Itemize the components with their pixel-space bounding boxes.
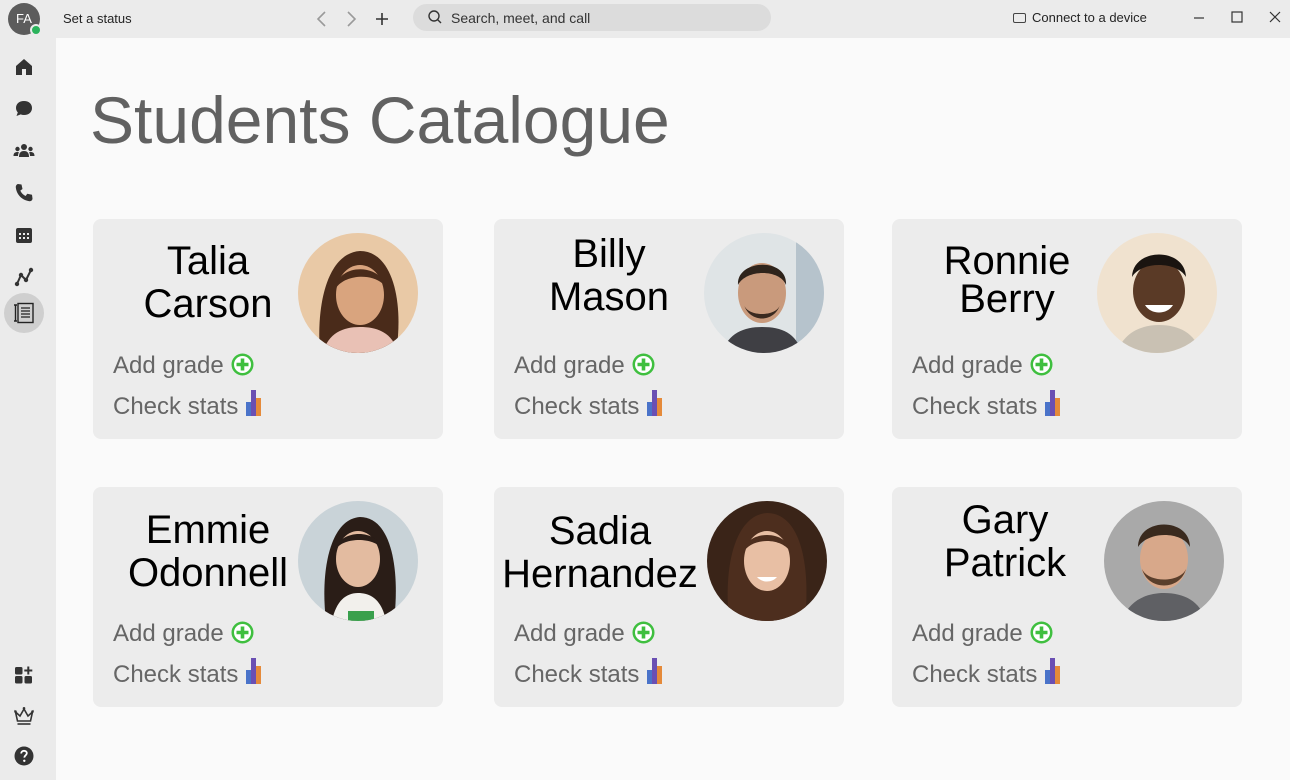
add-grade-label: Add grade [113, 620, 224, 647]
student-photo [298, 233, 418, 353]
activity-icon[interactable] [12, 265, 36, 289]
student-card-ronnie-berry: Ronnie Berry Add grade Check stats [892, 219, 1242, 439]
student-name: Talia Carson [103, 240, 313, 326]
student-name: Gary Patrick [895, 499, 1115, 585]
app-rail [0, 38, 56, 780]
check-stats-label: Check stats [514, 661, 640, 688]
check-stats-label: Check stats [113, 661, 239, 688]
connect-device-button[interactable]: Connect to a device [1013, 10, 1147, 25]
student-name: Sadia Hernandez [499, 510, 701, 596]
avatar-initials: FA [16, 11, 32, 26]
bar-chart-icon [246, 658, 262, 684]
premium-icon[interactable] [12, 704, 36, 728]
profile-avatar[interactable]: FA [8, 3, 42, 36]
student-photo [298, 501, 418, 621]
check-stats-button[interactable]: Check stats [113, 390, 262, 421]
check-stats-button[interactable]: Check stats [912, 658, 1061, 689]
new-icon[interactable] [370, 7, 394, 31]
student-photo [707, 501, 827, 621]
presence-available-icon [30, 24, 42, 36]
student-last-name: Odonnell [127, 551, 289, 595]
add-grade-button[interactable]: Add grade [113, 352, 255, 380]
check-stats-label: Check stats [912, 661, 1038, 688]
page-title: Students Catalogue [90, 83, 670, 157]
student-first-name: Gary [961, 498, 1049, 542]
student-photo [1097, 233, 1217, 353]
add-grade-label: Add grade [912, 352, 1023, 379]
calls-icon[interactable] [12, 181, 36, 205]
student-first-name: Billy [572, 232, 646, 276]
search-icon [428, 10, 442, 24]
student-name: Emmie Odonnell [98, 509, 318, 595]
connect-device-label: Connect to a device [1032, 10, 1147, 25]
add-circle-icon [231, 621, 254, 644]
add-grade-label: Add grade [912, 620, 1023, 647]
check-stats-button[interactable]: Check stats [514, 390, 663, 421]
student-photo [704, 233, 824, 353]
search-bar[interactable]: Search, meet, and call [413, 4, 771, 31]
student-card-sadia-hernandez: Sadia Hernandez Add grade Check stats [494, 487, 844, 707]
chat-icon[interactable] [12, 97, 36, 121]
student-name: Billy Mason [504, 233, 714, 319]
check-stats-label: Check stats [912, 393, 1038, 420]
set-status-button[interactable]: Set a status [63, 11, 132, 26]
add-grade-button[interactable]: Add grade [912, 352, 1054, 380]
add-circle-icon [1030, 621, 1053, 644]
title-bar: FA Set a status Search, meet, and call C… [0, 0, 1290, 38]
teams-icon[interactable] [12, 139, 36, 163]
add-grade-label: Add grade [113, 352, 224, 379]
check-stats-button[interactable]: Check stats [912, 390, 1061, 421]
back-icon[interactable] [310, 7, 334, 31]
help-icon[interactable] [12, 744, 36, 768]
student-name: Ronnie Berry [902, 240, 1112, 321]
add-grade-button[interactable]: Add grade [514, 352, 656, 380]
bar-chart-icon [1045, 390, 1061, 416]
check-stats-button[interactable]: Check stats [514, 658, 663, 689]
home-icon[interactable] [12, 55, 36, 79]
student-card-emmie-odonnell: Emmie Odonnell Add grade Check stats [93, 487, 443, 707]
add-grade-label: Add grade [514, 352, 625, 379]
student-last-name: Hernandez [502, 552, 698, 596]
minimize-icon[interactable] [1189, 8, 1209, 28]
add-circle-icon [1030, 353, 1053, 376]
add-circle-icon [632, 353, 655, 376]
add-circle-icon [632, 621, 655, 644]
bar-chart-icon [1045, 658, 1061, 684]
device-icon [1013, 13, 1026, 23]
student-last-name: Carson [143, 282, 273, 326]
student-last-name: Berry [959, 277, 1055, 321]
add-grade-label: Add grade [514, 620, 625, 647]
check-stats-label: Check stats [113, 393, 239, 420]
forward-icon[interactable] [339, 7, 363, 31]
catalogue-app-icon[interactable] [12, 301, 36, 325]
bar-chart-icon [647, 658, 663, 684]
apps-icon[interactable] [12, 663, 36, 687]
add-circle-icon [231, 353, 254, 376]
student-card-talia-carson: Talia Carson Add grade Check stats [93, 219, 443, 439]
check-stats-button[interactable]: Check stats [113, 658, 262, 689]
student-card-gary-patrick: Gary Patrick Add grade Check stats [892, 487, 1242, 707]
add-grade-button[interactable]: Add grade [912, 620, 1054, 648]
student-photo [1104, 501, 1224, 621]
student-first-name: Sadia [548, 509, 652, 553]
student-first-name: Emmie [145, 508, 271, 552]
close-icon[interactable] [1265, 8, 1285, 28]
add-grade-button[interactable]: Add grade [113, 620, 255, 648]
calendar-icon[interactable] [12, 223, 36, 247]
search-placeholder: Search, meet, and call [451, 10, 591, 26]
bar-chart-icon [246, 390, 262, 416]
bar-chart-icon [647, 390, 663, 416]
student-first-name: Talia [166, 239, 250, 283]
student-last-name: Patrick [943, 541, 1067, 585]
maximize-icon[interactable] [1227, 8, 1247, 28]
student-last-name: Mason [548, 275, 670, 319]
add-grade-button[interactable]: Add grade [514, 620, 656, 648]
student-card-billy-mason: Billy Mason Add grade Check stats [494, 219, 844, 439]
check-stats-label: Check stats [514, 393, 640, 420]
